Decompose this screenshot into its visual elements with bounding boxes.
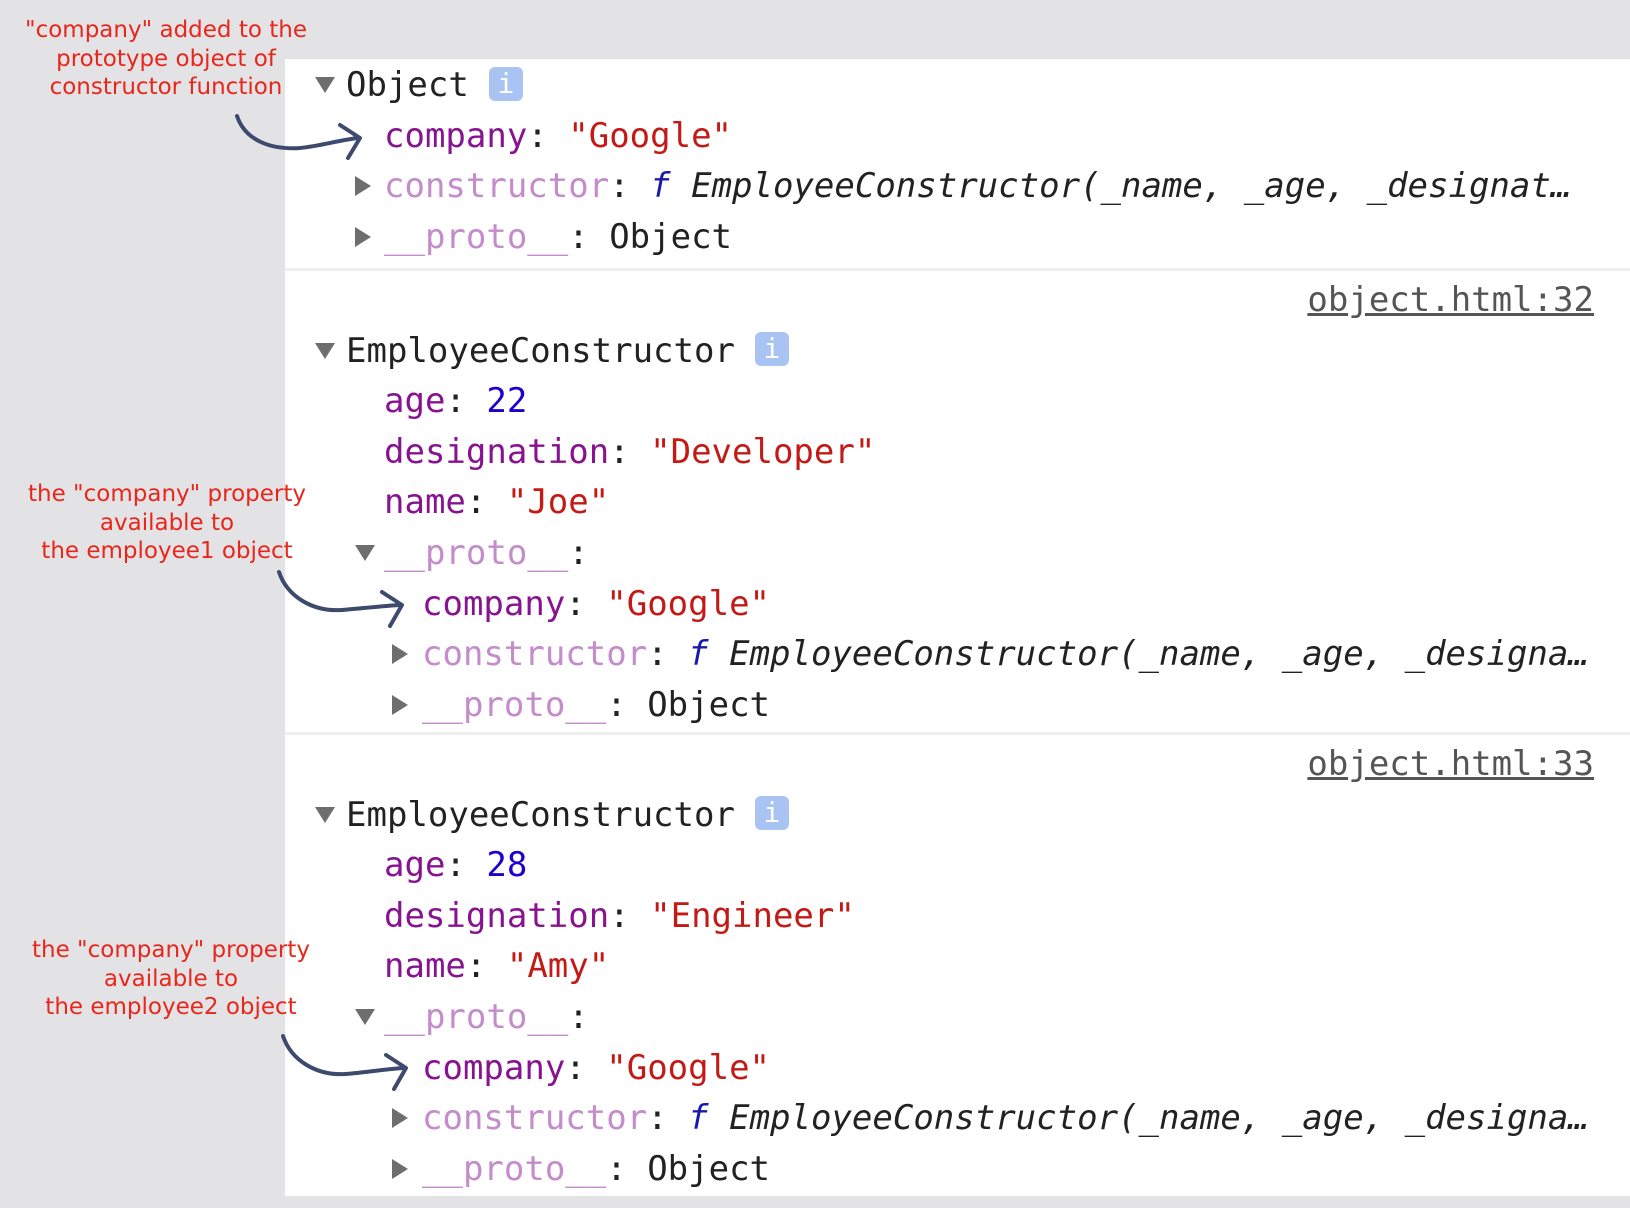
arrow-icon (277, 570, 404, 628)
annotation-arrows (235, 114, 408, 1091)
arrow-icon (281, 1034, 408, 1091)
arrow-icon (235, 114, 362, 160)
